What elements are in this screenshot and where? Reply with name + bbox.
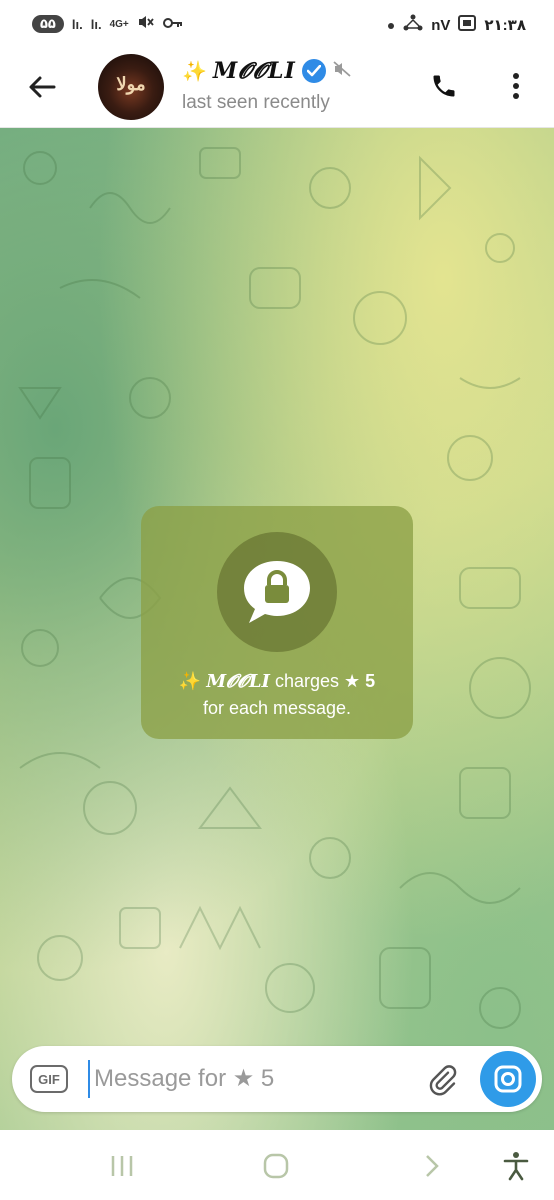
screen-icon: [458, 15, 477, 35]
more-options-button[interactable]: [500, 66, 532, 106]
card-charges-word: charges: [274, 671, 339, 691]
network-type: 4G+: [109, 18, 129, 30]
lock-circle: [217, 532, 337, 652]
dot-icon: [387, 17, 395, 34]
key-icon: [162, 16, 183, 33]
more-vert-icon: [513, 73, 519, 99]
lock-bubble-icon: [244, 561, 310, 623]
nav-back-button[interactable]: [412, 1148, 452, 1184]
status-extra: nV: [431, 16, 451, 34]
status-bar-right: nV ۲۱:۳۸: [387, 14, 526, 36]
verified-icon: [301, 59, 326, 83]
home-button[interactable]: [256, 1148, 296, 1184]
gif-button[interactable]: GIF: [30, 1065, 68, 1093]
mute-icon: [332, 60, 352, 83]
avatar[interactable]: مولا: [98, 54, 164, 120]
attach-icon: [429, 1065, 457, 1096]
back-button[interactable]: [22, 67, 62, 107]
attach-button[interactable]: [422, 1060, 462, 1100]
mute-status-icon: [137, 14, 155, 34]
status-time: ۲۱:۳۸: [484, 17, 526, 34]
card-channel-name: M𝓞𝓞LI: [206, 671, 270, 692]
chat-title: M𝓞𝓞LI: [212, 58, 296, 84]
last-seen-status: last seen recently: [182, 92, 330, 113]
star-icon: ★: [344, 671, 361, 691]
camera-button[interactable]: [480, 1051, 536, 1107]
recents-button[interactable]: [102, 1148, 142, 1184]
accessibility-button[interactable]: [496, 1148, 536, 1184]
paid-message-text: ✨ M𝓞𝓞LI charges ★ 5 for each message.: [141, 668, 413, 722]
status-bar: ۵۵ lı. lı. 4G+ nV ۲۱:۳۸: [0, 0, 554, 50]
accessibility-icon: [503, 1152, 529, 1181]
signal-2: lı.: [90, 16, 102, 32]
recents-icon: [111, 1156, 133, 1176]
camera-icon: [494, 1065, 522, 1093]
back-nav-icon: [426, 1155, 439, 1177]
chat-background: ✨ M𝓞𝓞LI charges ★ 5 for each message.: [0, 128, 554, 1130]
message-composer: GIF: [12, 1046, 542, 1112]
paid-message-line-2: for each message.: [202, 698, 352, 718]
paid-message-line-1: ✨ M𝓞𝓞LI charges ★ 5: [141, 668, 413, 695]
call-button[interactable]: [424, 66, 464, 106]
back-arrow-icon: [29, 76, 56, 98]
card-sparkle: ✨: [178, 671, 202, 691]
message-input[interactable]: [88, 1060, 414, 1098]
phone-icon: [433, 75, 455, 97]
avatar-text: مولا: [116, 74, 146, 95]
sparkle-icon: ✨: [182, 60, 207, 83]
status-bar-left: ۵۵ lı. lı. 4G+: [32, 14, 183, 34]
chat-header: مولا ✨ M𝓞𝓞LI last seen recently: [0, 50, 554, 128]
home-icon: [263, 1153, 289, 1179]
signal-1: lı.: [71, 16, 83, 32]
chat-title-row[interactable]: ✨ M𝓞𝓞LI: [182, 58, 352, 84]
system-nav-bar: [0, 1130, 554, 1200]
paid-message-info-card: ✨ M𝓞𝓞LI charges ★ 5 for each message.: [141, 506, 413, 739]
battery-pill: ۵۵: [32, 15, 64, 33]
card-amount: 5: [365, 671, 376, 691]
sync-icon: [403, 14, 423, 36]
